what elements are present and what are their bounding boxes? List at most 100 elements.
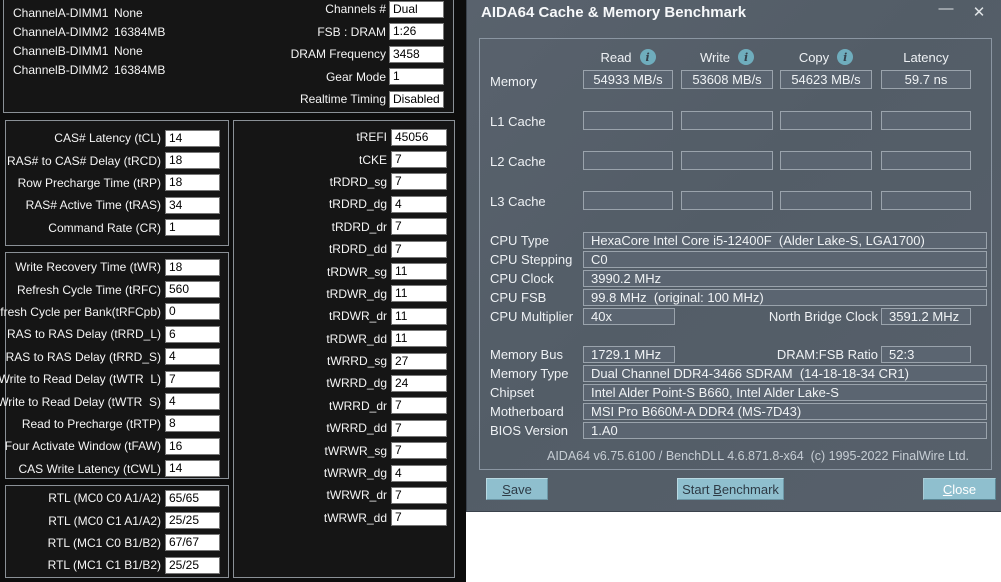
read-header-label: Read [600, 49, 632, 65]
timing-value-input[interactable]: 45056 [391, 128, 447, 146]
timing-value-input[interactable]: 7 [391, 397, 447, 415]
timing-value-input[interactable]: 11 [391, 307, 447, 325]
timing-label: Write to Read Delay (tWTR S) [0, 394, 161, 409]
timing-value-input[interactable]: 14 [165, 129, 220, 147]
timing-value-input[interactable]: 0 [165, 303, 220, 321]
timing-label: RAS# to CAS# Delay (tRCD) [6, 153, 161, 168]
timing-value-input[interactable]: 7 [391, 173, 447, 191]
timing-value-input[interactable]: 7 [391, 419, 447, 437]
save-button[interactable]: Save [486, 478, 548, 500]
info-icon[interactable]: i [738, 49, 755, 65]
timing-value-input[interactable]: 24 [391, 374, 447, 392]
start-benchmark-button[interactable]: Start Benchmark [677, 478, 784, 500]
timing-value-input[interactable]: 4 [165, 348, 220, 366]
timing-value-input[interactable]: 7 [391, 151, 447, 169]
cpu-info-label: CPU FSB [490, 290, 547, 305]
timing-row: tWRWR_sg 7 [234, 439, 454, 461]
config-value-input[interactable]: 1 [389, 68, 444, 86]
config-label: Realtime Timing [299, 92, 386, 107]
north-bridge-clock-value: 3591.2 MHz [881, 308, 971, 325]
cache-result-row: L1 Cache [480, 111, 991, 151]
info-icon[interactable]: i [639, 49, 656, 65]
secondary-timings-list: Write Recovery Time (tWR) 18 Refresh Cyc… [0, 253, 228, 480]
timing-label: tWRWR_dg [323, 466, 387, 481]
rtl-value-input[interactable]: 65/65 [165, 489, 220, 507]
timing-row: Refresh Cycle per Bank(tRFCpb) 0 [0, 301, 228, 323]
config-value-input[interactable]: 1:26 [389, 23, 444, 41]
board-info-value: Intel Alder Point-S B660, Intel Alder La… [583, 384, 987, 401]
timing-row: CAS# Latency (tCL) 14 [6, 127, 228, 149]
start-button-label-rest: enchmark [721, 481, 779, 497]
timing-value-input[interactable]: 7 [391, 218, 447, 236]
cpu-info-value: 3990.2 MHz [583, 270, 987, 287]
cache-read-value [583, 191, 673, 210]
board-info-label: Chipset [490, 385, 535, 400]
timing-value-input[interactable]: 11 [391, 330, 447, 348]
minimize-icon[interactable]: — [935, 0, 957, 17]
rtl-value-input[interactable]: 67/67 [165, 534, 220, 552]
dimm-row: ChannelB-DIMM2 16384MB [13, 60, 165, 79]
timing-row: tWRRD_sg 27 [234, 350, 454, 372]
cpu-info-row: CPU FSB 99.8 MHz (original: 100 MHz) [480, 289, 991, 308]
close-icon[interactable]: ✕ [968, 3, 990, 21]
info-icon[interactable]: i [837, 49, 854, 65]
config-row: Channels # Dual [291, 0, 444, 21]
timing-value-input[interactable]: 4 [165, 393, 220, 411]
timing-value-input[interactable]: 8 [165, 415, 220, 433]
timing-label: tREFI [356, 130, 387, 145]
timing-value-input[interactable]: 6 [165, 325, 220, 343]
timing-value-input[interactable]: 1 [165, 219, 220, 237]
timing-row: tRDRD_dr 7 [234, 216, 454, 238]
cache-copy-value [780, 191, 872, 210]
timing-value-input[interactable]: 560 [165, 281, 220, 299]
cache-copy-value [780, 151, 872, 170]
memory-bus-label: Memory Bus [490, 347, 563, 362]
close-button[interactable]: Close [923, 478, 996, 500]
rtl-list: RTL (MC0 C0 A1/A2) 65/65 RTL (MC0 C1 A1/… [6, 486, 228, 577]
config-value-input[interactable]: Dual [389, 0, 444, 18]
timing-value-input[interactable]: 34 [165, 196, 220, 214]
timing-value-input[interactable]: 18 [165, 152, 220, 170]
rtl-value-input[interactable]: 25/25 [165, 556, 220, 574]
timing-label: tRDRD_sg [329, 174, 387, 189]
cpu-info-label: CPU Stepping [490, 252, 573, 267]
timing-value-input[interactable]: 7 [391, 509, 447, 527]
primary-timings-groupbox: CAS# Latency (tCL) 14 RAS# to CAS# Delay… [5, 120, 229, 246]
dimm-row: ChannelA-DIMM2 16384MB [13, 22, 165, 41]
rtl-value-input[interactable]: 25/25 [165, 512, 220, 530]
timing-row: tWRRD_dd 7 [234, 417, 454, 439]
timing-value-input[interactable]: 14 [165, 460, 220, 478]
timing-value-input[interactable]: 4 [391, 195, 447, 213]
config-value-input[interactable]: 3458 [389, 45, 444, 63]
timing-value-input[interactable]: 7 [391, 442, 447, 460]
timing-value-input[interactable]: 7 [391, 240, 447, 258]
config-label: FSB : DRAM [317, 24, 386, 39]
config-value-input[interactable]: Disabled [389, 90, 444, 108]
timing-value-input[interactable]: 4 [391, 464, 447, 482]
timing-label: tRDWR_dr [328, 309, 387, 324]
timing-value-input[interactable]: 16 [165, 437, 220, 455]
timing-value-input[interactable]: 7 [391, 486, 447, 504]
timing-value-input[interactable]: 18 [165, 174, 220, 192]
timing-value-input[interactable]: 27 [391, 352, 447, 370]
timing-label: CAS Write Latency (tCWL) [18, 461, 161, 476]
config-label: Channels # [325, 2, 386, 17]
cpu-info-row: CPU Stepping C0 [480, 251, 991, 270]
config-row: Gear Mode 1 [291, 66, 444, 89]
timing-label: tRDWR_dg [326, 286, 387, 301]
timing-label: tWRRD_dg [326, 376, 387, 391]
board-info-label: Memory Type [490, 366, 569, 381]
timing-label: tWRWR_sg [324, 443, 387, 458]
north-bridge-clock-label: North Bridge Clock [768, 309, 878, 324]
timing-label: tCKE [358, 152, 387, 167]
header-copy: Copy i [780, 47, 872, 67]
timing-row: tREFI 45056 [234, 126, 454, 148]
cpu-info-value: HexaCore Intel Core i5-12400F (Alder Lak… [583, 232, 987, 249]
timing-value-input[interactable]: 7 [165, 370, 220, 388]
timing-label: tWRWR_dr [326, 488, 387, 503]
timing-value-input[interactable]: 11 [391, 285, 447, 303]
timing-value-input[interactable]: 18 [165, 258, 220, 276]
timing-label: RAS to RAS Delay (tRRD_L) [6, 327, 161, 342]
timing-value-input[interactable]: 11 [391, 263, 447, 281]
version-footer: AIDA64 v6.75.6100 / BenchDLL 4.6.871.8-x… [546, 449, 969, 463]
